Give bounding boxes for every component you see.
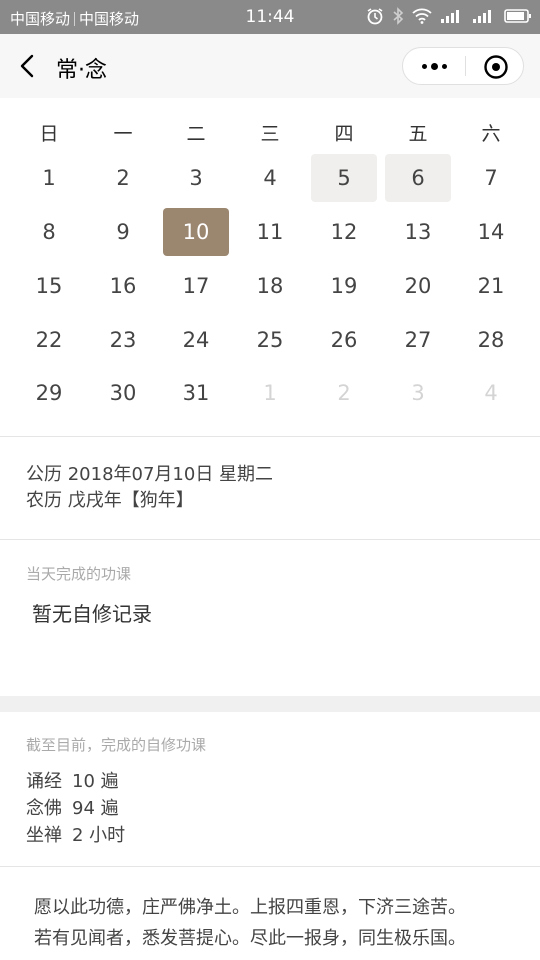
- weekday-header: 日 一 二 三 四 五 六: [12, 108, 524, 160]
- verse-line: 若有见闻者，悉发菩提心。尽此一报身，同生极乐国。: [34, 928, 466, 949]
- calendar-day[interactable]: 21: [458, 262, 524, 310]
- calendar-day-marked[interactable]: 6: [385, 154, 451, 202]
- calendar-day-next-month: 3: [411, 381, 425, 405]
- signal-1-icon: [440, 8, 464, 24]
- calendar-day[interactable]: 26: [311, 316, 377, 364]
- nav-bar: 常·念: [0, 34, 540, 98]
- stat-value: 2 小时: [72, 825, 126, 846]
- today-section-label: 当天完成的功课: [26, 565, 132, 583]
- back-icon[interactable]: [14, 52, 42, 80]
- calendar-week: 8 9 10 11 12 13 14: [12, 208, 524, 260]
- weekday-label: 一: [113, 122, 133, 145]
- calendar-day[interactable]: 8: [16, 208, 82, 256]
- calendar-day[interactable]: 29: [16, 369, 82, 417]
- calendar-week: 15 16 17 18 19 20 21: [12, 262, 524, 314]
- calendar-day[interactable]: 16: [90, 262, 156, 310]
- calendar-day[interactable]: 9: [90, 208, 156, 256]
- calendar-day[interactable]: 11: [237, 208, 303, 256]
- verse-line: 愿以此功德，庄严佛净土。上报四重恩，下济三途苦。: [34, 897, 466, 918]
- status-bar: 中国移动 中国移动 11:44: [0, 0, 540, 34]
- calendar-day[interactable]: 24: [163, 316, 229, 364]
- summary-stats: 诵经 10 遍 念佛 94 遍 坐禅 2 小时: [26, 768, 125, 849]
- calendar-day[interactable]: 25: [237, 316, 303, 364]
- stat-value: 94 遍: [72, 798, 119, 819]
- calendar-day[interactable]: 31: [163, 369, 229, 417]
- calendar-day-next-month: 2: [337, 381, 351, 405]
- calendar-day[interactable]: 30: [90, 369, 156, 417]
- calendar-day[interactable]: 2: [90, 154, 156, 202]
- calendar-day[interactable]: 4: [237, 154, 303, 202]
- calendar-day[interactable]: 27: [385, 316, 451, 364]
- calendar-day-next-month: 1: [263, 381, 277, 405]
- calendar-day-marked[interactable]: 5: [311, 154, 377, 202]
- calendar-day[interactable]: 22: [16, 316, 82, 364]
- calendar-day[interactable]: 28: [458, 316, 524, 364]
- weekday-label: 四: [334, 122, 354, 145]
- more-dot-icon: [441, 63, 447, 69]
- divider: [0, 539, 540, 540]
- alarm-icon: [366, 7, 384, 25]
- calendar-day[interactable]: 20: [385, 262, 451, 310]
- stat-row: 诵经 10 遍: [26, 768, 125, 795]
- summary-section-label: 截至目前，完成的自修功课: [26, 736, 207, 754]
- calendar-day[interactable]: 23: [90, 316, 156, 364]
- mini-program-capsule: [402, 47, 524, 85]
- dedication-verse: 愿以此功德，庄严佛净土。上报四重恩，下济三途苦。 若有见闻者，悉发菩提心。尽此一…: [34, 892, 466, 954]
- stat-row: 念佛 94 遍: [26, 795, 125, 822]
- date-info: 公历 2018年07月10日 星期二 农历 戊戌年【狗年】: [26, 462, 273, 514]
- more-dot-icon: [430, 62, 438, 70]
- weekday-label: 五: [408, 122, 428, 145]
- signal-2-icon: [472, 8, 496, 24]
- stat-row: 坐禅 2 小时: [26, 822, 125, 849]
- calendar-week: 1 2 3 4 5 6 7: [12, 154, 524, 206]
- calendar-day[interactable]: 13: [385, 208, 451, 256]
- target-close-icon: [484, 55, 508, 79]
- close-program-button[interactable]: [483, 54, 509, 80]
- weekday-label: 六: [481, 122, 501, 145]
- stat-name: 念佛: [26, 798, 62, 819]
- battery-icon: [504, 8, 532, 24]
- status-icons: [366, 7, 532, 25]
- calendar-day-next-month: 4: [484, 381, 498, 405]
- solar-date: 公历 2018年07月10日 星期二: [26, 464, 274, 485]
- stat-value: 10 遍: [72, 771, 119, 792]
- calendar-day[interactable]: 17: [163, 262, 229, 310]
- more-dot-icon: [421, 63, 427, 69]
- divider: [0, 866, 540, 867]
- calendar-day[interactable]: 18: [237, 262, 303, 310]
- calendar-day[interactable]: 19: [311, 262, 377, 310]
- calendar-week: 29 30 31 1 2 3 4: [12, 369, 524, 421]
- capsule-divider: [465, 56, 466, 76]
- empty-record-text: 暂无自修记录: [32, 602, 152, 626]
- calendar-day[interactable]: 12: [311, 208, 377, 256]
- calendar-day[interactable]: 1: [16, 154, 82, 202]
- calendar-week: 22 23 24 25 26 27 28: [12, 316, 524, 368]
- weekday-label: 三: [260, 122, 280, 145]
- calendar-day[interactable]: 14: [458, 208, 524, 256]
- bluetooth-icon: [392, 7, 404, 25]
- calendar-day[interactable]: 7: [458, 154, 524, 202]
- more-button[interactable]: [403, 48, 465, 84]
- divider: [0, 436, 540, 437]
- weekday-label: 日: [39, 122, 59, 145]
- calendar: 日 一 二 三 四 五 六 1 2 3 4 5 6 7 8 9 10 11 12…: [0, 98, 540, 436]
- page-title: 常·念: [56, 58, 107, 83]
- stat-name: 坐禅: [26, 825, 62, 846]
- stat-name: 诵经: [26, 771, 62, 792]
- calendar-day[interactable]: 15: [16, 262, 82, 310]
- calendar-day[interactable]: 3: [163, 154, 229, 202]
- section-separator: [0, 696, 540, 712]
- weekday-label: 二: [186, 122, 206, 145]
- lunar-date: 农历 戊戌年【狗年】: [26, 490, 194, 511]
- calendar-day-selected[interactable]: 10: [163, 208, 229, 256]
- wifi-icon: [412, 8, 432, 24]
